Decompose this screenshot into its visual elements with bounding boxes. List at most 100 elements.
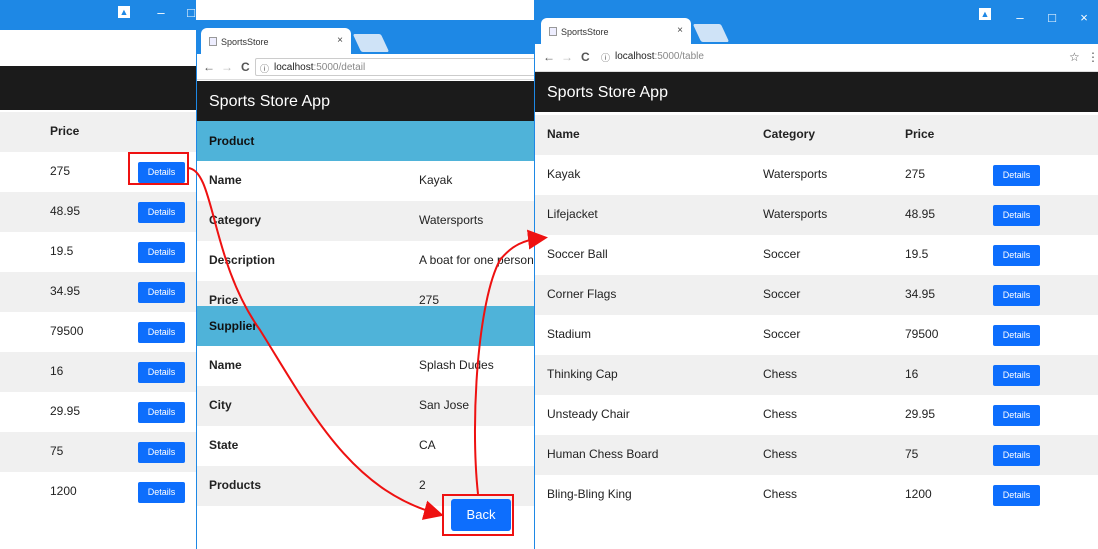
details-button[interactable]: Details	[993, 405, 1040, 426]
url-input[interactable]: ⓘ localhost:5000/table	[597, 48, 1067, 66]
detail-tab[interactable]: SportsStore ×	[201, 28, 351, 54]
product-name-cell: Kayak	[547, 167, 581, 181]
table-header-row: Name Category Price	[535, 115, 1098, 155]
product-name-cell: Stadium	[547, 327, 592, 341]
details-button[interactable]: Details	[138, 482, 185, 503]
category-cell: Soccer	[763, 247, 801, 261]
forward-arrow-icon[interactable]: →	[561, 50, 573, 64]
details-button[interactable]: Details	[993, 205, 1040, 226]
left-table-row: 34.95 Details	[0, 272, 196, 312]
left-price-cell: 19.5	[50, 244, 74, 258]
details-button[interactable]: Details	[993, 365, 1040, 386]
details-button[interactable]: Details	[993, 285, 1040, 306]
price-cell: 75	[905, 447, 919, 461]
details-button[interactable]: Details	[138, 402, 185, 423]
table-row: Unsteady Chair Chess 29.95 Details	[535, 395, 1098, 435]
star-icon[interactable]: ☆	[1069, 50, 1080, 64]
back-arrow-icon[interactable]: ←	[543, 50, 555, 64]
user-icon: ▲	[118, 6, 130, 18]
url-input[interactable]: ⓘ localhost:5000/detail	[255, 58, 534, 76]
brand-title: Sports Store App	[209, 93, 330, 110]
category-cell: Chess	[763, 367, 798, 381]
detail-label: Name	[209, 173, 242, 187]
price-cell: 16	[905, 367, 919, 381]
table-row: Lifejacket Watersports 48.95 Details	[535, 195, 1098, 235]
details-button[interactable]: Details	[993, 325, 1040, 346]
details-button[interactable]: Details	[138, 322, 185, 343]
reload-icon[interactable]: C	[581, 50, 590, 64]
reload-icon[interactable]: C	[241, 60, 250, 74]
product-name-cell: Corner Flags	[547, 287, 617, 301]
supplier-section-header: Supplier	[197, 306, 534, 346]
minimize-button[interactable]: –	[150, 5, 172, 21]
detail-appbar: Sports Store App	[197, 81, 534, 121]
category-cell: Watersports	[763, 207, 828, 221]
table-address-bar: ← → C ⓘ localhost:5000/table ☆ ⋮	[535, 44, 1098, 72]
price-cell: 19.5	[905, 247, 929, 261]
detail-tabstrip: SportsStore ×	[197, 20, 534, 54]
left-table-row: 79500 Details	[0, 312, 196, 352]
product-detail-row: Name Kayak	[197, 161, 534, 201]
url-path: :5000/table	[654, 51, 704, 62]
category-cell: Chess	[763, 447, 798, 461]
detail-label: Description	[209, 253, 276, 267]
product-name-cell: Thinking Cap	[547, 367, 618, 381]
new-tab-button[interactable]	[352, 34, 390, 52]
supplier-detail-row: State CA	[197, 426, 534, 466]
category-cell: Soccer	[763, 287, 801, 301]
detail-address-bar: ← → C ⓘ localhost:5000/detail	[197, 54, 534, 80]
left-price-header: Price	[50, 124, 80, 138]
url-path: :5000/detail	[313, 62, 366, 73]
category-cell: Chess	[763, 407, 798, 421]
column-header-name: Name	[547, 127, 580, 141]
details-button[interactable]: Details	[138, 242, 185, 263]
price-cell: 1200	[905, 487, 932, 501]
left-table-row: 75 Details	[0, 432, 196, 472]
details-button[interactable]: Details	[138, 202, 185, 223]
table-tab-title: SportsStore	[561, 27, 609, 37]
maximize-button[interactable]: □	[1041, 10, 1063, 26]
close-button[interactable]: ×	[1073, 10, 1095, 26]
left-header-row: Price	[0, 112, 196, 152]
user-icon: ▲	[979, 8, 991, 20]
minimize-button[interactable]: –	[1009, 10, 1031, 26]
details-button[interactable]: Details	[138, 362, 185, 383]
back-arrow-icon[interactable]: ←	[203, 60, 215, 74]
maximize-button[interactable]: □	[180, 5, 196, 21]
tab-close-icon[interactable]: ×	[677, 25, 683, 36]
left-window: ▲ – □ Price 275 Details 48.95 Details 19.5 De…	[0, 0, 196, 549]
left-table-row: 1200 Details	[0, 472, 196, 512]
details-button[interactable]: Details	[993, 245, 1040, 266]
table-tab[interactable]: SportsStore ×	[541, 18, 691, 44]
forward-arrow-icon[interactable]: →	[221, 60, 233, 74]
supplier-detail-row: Name Splash Dudes	[197, 346, 534, 386]
detail-value: A boat for one person	[419, 253, 534, 267]
new-tab-button[interactable]	[692, 24, 730, 42]
product-detail-row: Description A boat for one person	[197, 241, 534, 281]
left-table-row: 48.95 Details	[0, 192, 196, 232]
left-table-row: 16 Details	[0, 352, 196, 392]
info-icon: ⓘ	[601, 53, 611, 63]
details-button[interactable]: Details	[138, 282, 185, 303]
page-icon	[209, 37, 217, 46]
table-row: Corner Flags Soccer 34.95 Details	[535, 275, 1098, 315]
tab-close-icon[interactable]: ×	[337, 35, 343, 46]
details-button[interactable]: Details	[993, 165, 1040, 186]
table-row: Bling-Bling King Chess 1200 Details	[535, 475, 1098, 515]
price-cell: 34.95	[905, 287, 936, 301]
table-window: SportsStore × ▲ – □ × ← → C ⓘ localhost:…	[534, 0, 1098, 549]
table-row: Thinking Cap Chess 16 Details	[535, 355, 1098, 395]
detail-value: 2	[419, 478, 426, 492]
table-tabstrip: SportsStore × ▲ – □ ×	[535, 0, 1098, 44]
details-button[interactable]: Details	[993, 445, 1040, 466]
detail-label: Products	[209, 478, 262, 492]
details-button[interactable]: Details	[138, 442, 185, 463]
column-header-price: Price	[905, 127, 935, 141]
detail-label: Category	[209, 213, 262, 227]
details-button[interactable]: Details	[993, 485, 1040, 506]
product-section-header: Product	[197, 121, 534, 161]
product-name-cell: Human Chess Board	[547, 447, 659, 461]
supplier-detail-row: City San Jose	[197, 386, 534, 426]
menu-icon[interactable]: ⋮	[1087, 50, 1098, 64]
price-cell: 79500	[905, 327, 939, 341]
